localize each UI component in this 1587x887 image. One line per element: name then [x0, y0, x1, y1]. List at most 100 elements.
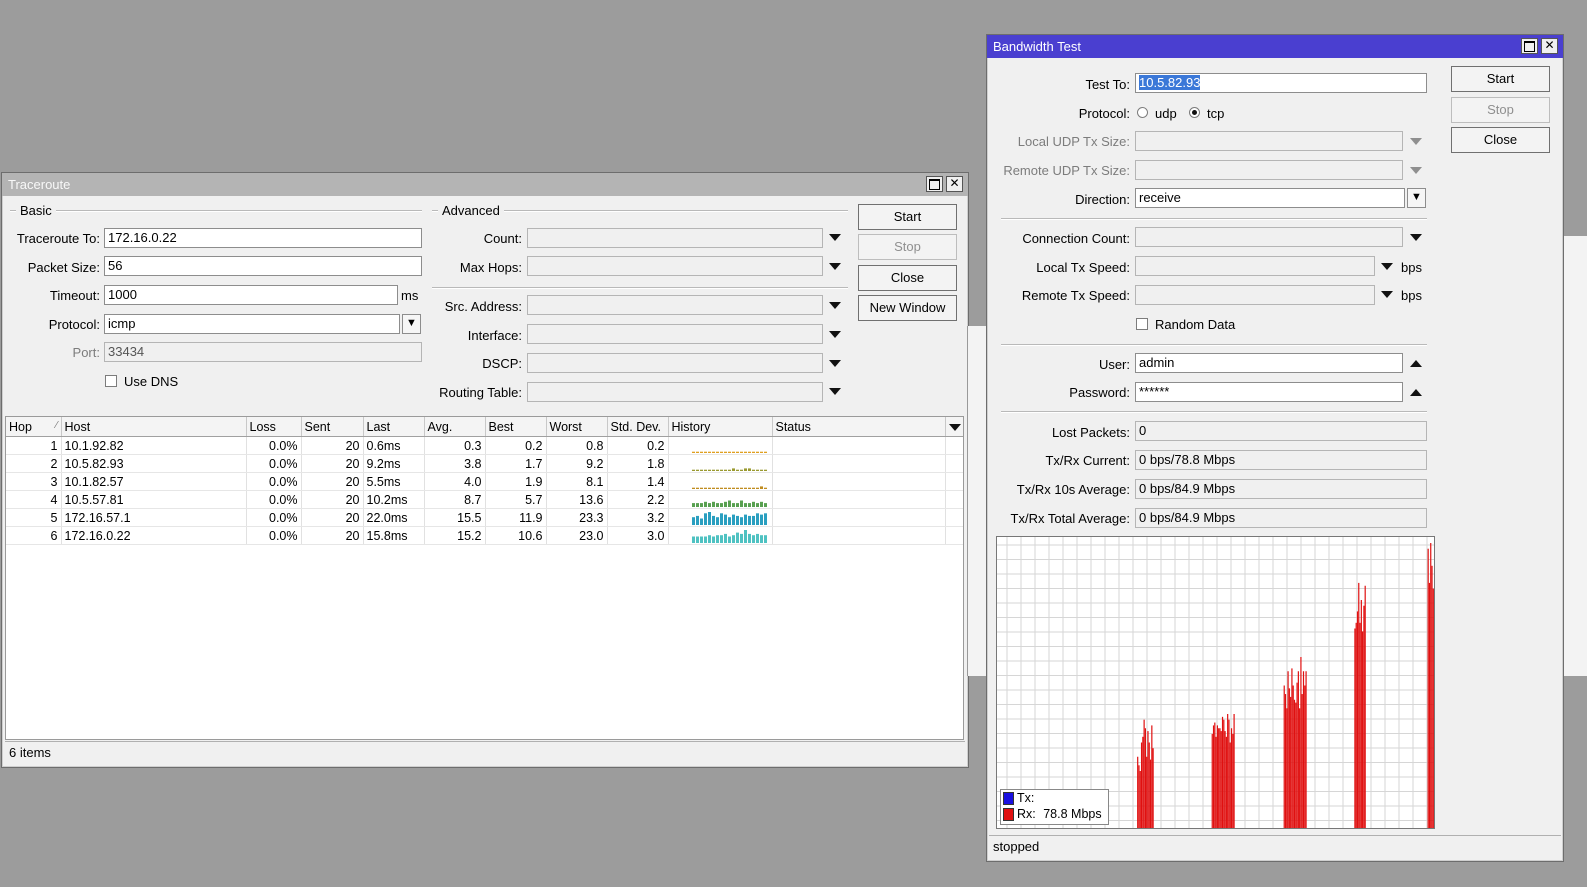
local-udp-tx-size-input[interactable]: [1135, 131, 1403, 151]
connection-count-dropdown-icon[interactable]: [1410, 234, 1422, 241]
packet-size-input[interactable]: 56: [104, 256, 422, 276]
dscp-dropdown-icon[interactable]: [829, 360, 841, 367]
history-bar: [707, 502, 711, 507]
random-data-checkbox[interactable]: [1136, 318, 1148, 330]
local-udp-tx-size-label: Local UDP Tx Size:: [1017, 134, 1130, 149]
remote-udp-tx-size-input[interactable]: [1135, 160, 1403, 180]
tx-swatch: [1003, 792, 1014, 806]
column-header-best[interactable]: Best: [485, 417, 547, 437]
cell-worst: 9.2: [546, 454, 608, 473]
rx-bar: [1293, 699, 1296, 828]
local-udp-dropdown-icon[interactable]: [1410, 138, 1422, 145]
column-header-hop[interactable]: Hop ⁄: [6, 417, 62, 437]
bandwidth-stop-button[interactable]: Stop: [1451, 97, 1550, 123]
cell-last: 10.2ms: [363, 490, 425, 509]
bandwidth-titlebar[interactable]: Bandwidth Test: [987, 35, 1563, 58]
remote-tx-speed-dropdown-icon[interactable]: [1381, 291, 1393, 298]
close-button[interactable]: ✕: [946, 176, 963, 192]
cell-filler: [945, 490, 963, 509]
max-hops-input[interactable]: [527, 256, 823, 276]
connection-count-input[interactable]: [1135, 227, 1403, 247]
count-input[interactable]: [527, 228, 823, 248]
traceroute-stop-button[interactable]: Stop: [858, 234, 957, 260]
history-bar: [727, 536, 731, 543]
interface-input[interactable]: [527, 324, 823, 344]
bandwidth-close-button[interactable]: Close: [1451, 127, 1550, 153]
user-input[interactable]: admin: [1135, 353, 1403, 373]
timeout-input[interactable]: 1000: [104, 285, 398, 305]
direction-select[interactable]: receive: [1135, 188, 1405, 208]
port-input[interactable]: 33434: [104, 342, 422, 362]
table-row[interactable]: 4 10.5.57.81 0.0% 20 10.2ms 8.7 5.7 13.6 2.2: [6, 490, 963, 509]
column-header-loss[interactable]: Loss: [246, 417, 302, 437]
column-header-last[interactable]: Last: [363, 417, 425, 437]
local-tx-speed-input[interactable]: [1135, 256, 1375, 276]
cell-avg: 4.0: [424, 472, 486, 491]
history-bar: [747, 502, 751, 507]
table-row[interactable]: 2 10.5.82.93 0.0% 20 9.2ms 3.8 1.7 9.2 1.8: [6, 454, 963, 473]
traceroute-to-input[interactable]: 172.16.0.22: [104, 228, 422, 248]
table-row[interactable]: 1 10.1.92.82 0.0% 20 0.6ms 0.3 0.2 0.8 0.2: [6, 436, 963, 455]
src-address-dropdown-icon[interactable]: [829, 302, 841, 309]
new-window-button[interactable]: New Window: [858, 295, 957, 321]
traceroute-titlebar[interactable]: Traceroute: [2, 173, 968, 196]
remote-udp-dropdown-icon[interactable]: [1410, 167, 1422, 174]
count-dropdown-icon[interactable]: [829, 234, 841, 241]
rx-bar: [1430, 543, 1432, 828]
column-header-worst[interactable]: Worst: [546, 417, 608, 437]
column-header-history[interactable]: History: [668, 417, 773, 437]
rx-bar: [1148, 742, 1150, 828]
column-header-host[interactable]: Host: [61, 417, 247, 437]
password-collapse-icon[interactable]: [1410, 389, 1422, 396]
password-input[interactable]: ******: [1135, 382, 1403, 402]
bandwidth-start-button[interactable]: Start: [1451, 66, 1550, 92]
history-bar: [739, 533, 743, 543]
max-hops-dropdown-icon[interactable]: [829, 263, 841, 270]
remote-tx-speed-input[interactable]: [1135, 285, 1375, 305]
history-bar: [727, 500, 731, 507]
maximize-button[interactable]: [1521, 38, 1538, 54]
use-dns-checkbox[interactable]: [105, 375, 117, 387]
cell-hop: 4: [6, 490, 62, 509]
rx-bar: [1215, 736, 1217, 828]
user-collapse-icon[interactable]: [1410, 360, 1422, 367]
maximize-button[interactable]: [926, 176, 943, 192]
column-header-sent[interactable]: Sent: [301, 417, 364, 437]
history-bar: [727, 487, 731, 489]
column-menu-button[interactable]: [945, 417, 963, 437]
traceroute-close-button[interactable]: Close: [858, 265, 957, 291]
column-header-status[interactable]: Status: [772, 417, 946, 437]
table-row[interactable]: 5 172.16.57.1 0.0% 20 22.0ms 15.5 11.9 23.3 3.2: [6, 508, 963, 527]
column-header-std-dev[interactable]: Std. Dev.: [607, 417, 669, 437]
protocol-tcp-radio[interactable]: [1189, 107, 1200, 118]
sort-icon: ⁄: [55, 419, 58, 431]
history-bar: [735, 515, 739, 525]
history-bar: [719, 469, 723, 471]
rx-bar: [1223, 719, 1225, 828]
dscp-input[interactable]: [527, 353, 823, 373]
protocol-select[interactable]: icmp: [104, 314, 400, 334]
table-row[interactable]: 6 172.16.0.22 0.0% 20 15.8ms 15.2 10.6 23.0 3.0: [6, 526, 963, 545]
cell-filler: [945, 454, 963, 473]
protocol-udp-radio[interactable]: [1137, 107, 1148, 118]
routing-table-input[interactable]: [527, 382, 823, 402]
src-address-input[interactable]: [527, 295, 823, 315]
direction-dropdown-button[interactable]: ▼: [1407, 188, 1426, 208]
history-bar: [723, 487, 727, 489]
local-tx-speed-dropdown-icon[interactable]: [1381, 263, 1393, 270]
cell-host: 10.1.82.57: [61, 472, 247, 491]
interface-dropdown-icon[interactable]: [829, 331, 841, 338]
column-header-avg[interactable]: Avg.: [424, 417, 486, 437]
history-bar: [707, 534, 711, 543]
routing-table-dropdown-icon[interactable]: [829, 388, 841, 395]
history-bar: [747, 533, 751, 543]
cell-std: 3.2: [607, 508, 669, 527]
traceroute-start-button[interactable]: Start: [858, 204, 957, 230]
rx-bar: [1428, 582, 1431, 828]
table-row[interactable]: 3 10.1.82.57 0.0% 20 5.5ms 4.0 1.9 8.1 1.4: [6, 472, 963, 491]
cell-loss: 0.0%: [246, 454, 302, 473]
close-button[interactable]: ✕: [1541, 38, 1558, 54]
timeout-label: Timeout:: [49, 288, 100, 303]
test-to-input[interactable]: 10.5.82.93: [1135, 73, 1427, 93]
protocol-dropdown-button[interactable]: ▼: [402, 314, 421, 334]
